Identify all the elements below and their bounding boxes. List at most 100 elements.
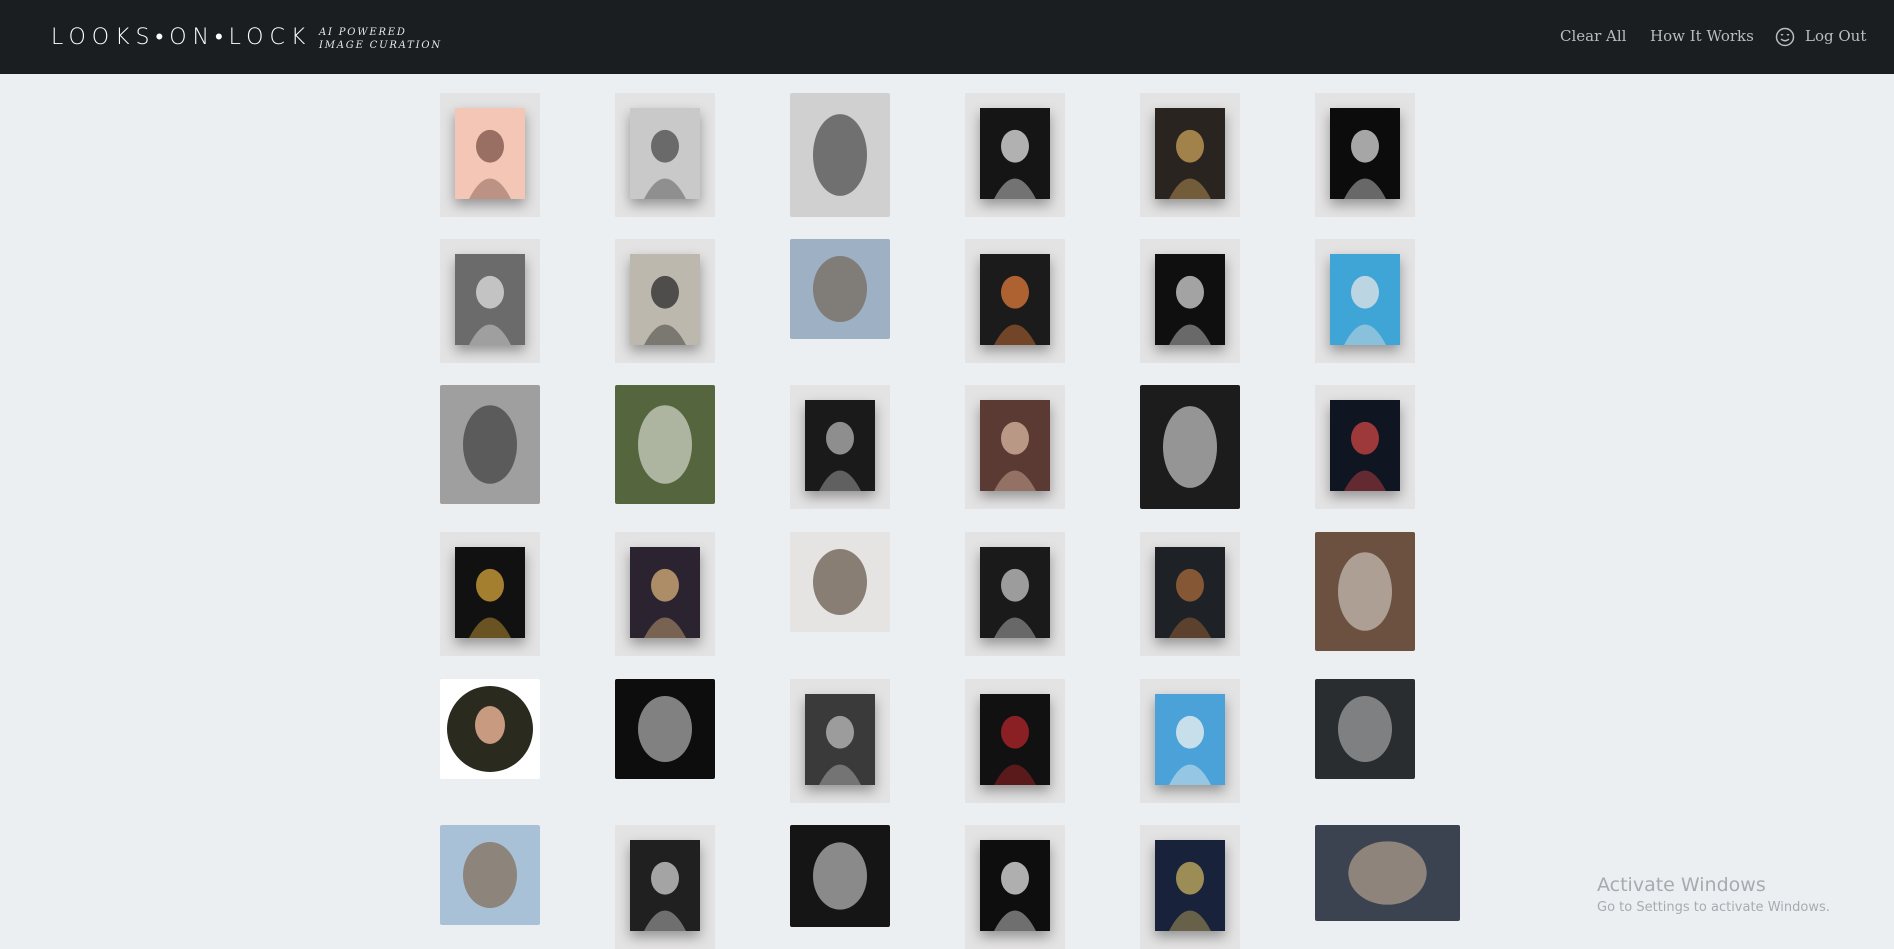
- photo-bison-snow-graphic: [1338, 552, 1392, 631]
- poster-black-text-thumbnail[interactable]: [1140, 239, 1240, 363]
- poster-blue-statue-thumbnail[interactable]: [1315, 239, 1415, 363]
- poster-man-standing-text-shoulders: [1169, 617, 1211, 638]
- poster-galaxy-face-subject: [1176, 861, 1204, 895]
- poster-black-text-graphic: [1169, 275, 1211, 345]
- photo-man-white-shirt-clouds-subject: [1163, 406, 1217, 488]
- poster-gray-hand-dispersion-subject: [651, 129, 679, 163]
- poster-blue-statue-shoulders: [1344, 324, 1386, 345]
- poster-bw-man-mask-graphic: [469, 275, 511, 345]
- photo-bison-snow-thumbnail[interactable]: [1315, 532, 1415, 651]
- poster-dark-red-glow-shoulders: [1344, 470, 1386, 491]
- poster-dark-skull-face-graphic: [819, 421, 861, 491]
- photo-man-glasses-circle-graphic: [447, 686, 533, 772]
- photo-deer-blue-sky-subject: [463, 842, 517, 908]
- poster-dark-face-circle-poster: [1330, 107, 1400, 199]
- poster-blue-statue-letters-shoulders: [1169, 764, 1211, 785]
- photo-white-cockatoo-thumbnail[interactable]: [615, 385, 715, 504]
- photo-hooded-figure-gray-graphic: [463, 405, 517, 484]
- poster-bw-man-mask-thumbnail[interactable]: [440, 239, 540, 363]
- poster-give-rainbow-man-thumbnail[interactable]: [440, 532, 540, 656]
- photo-deer-white-thumbnail[interactable]: [790, 532, 890, 632]
- poster-man-hoodie-thumbnail[interactable]: [790, 679, 890, 803]
- poster-bw-man-mask-shoulders: [469, 324, 511, 345]
- photo-woman-street-thumbnail[interactable]: [1315, 825, 1460, 921]
- photo-man-glasses-circle-face: [475, 706, 505, 744]
- photo-bust-statue-thumbnail[interactable]: [615, 679, 715, 779]
- smiley-face-icon[interactable]: [1775, 27, 1795, 47]
- poster-blue-statue-letters-thumbnail[interactable]: [1140, 679, 1240, 803]
- poster-dark-skull-face-thumbnail[interactable]: [790, 385, 890, 509]
- poster-woman-red-hair-shoulders: [994, 470, 1036, 491]
- poster-pink-hand-thumbnail[interactable]: [440, 93, 540, 217]
- photo-white-cockatoo-subject: [638, 405, 692, 484]
- photo-deer-sky-subject: [813, 256, 867, 322]
- log-out-link[interactable]: Log Out: [1805, 27, 1866, 45]
- poster-man-standing-text-thumbnail[interactable]: [1140, 532, 1240, 656]
- photo-woman-street-subject: [1348, 841, 1427, 905]
- poster-dark-face-circle-graphic: [1344, 129, 1386, 199]
- photo-man-white-shirt-clouds-graphic: [1163, 406, 1217, 488]
- poster-pink-hand-graphic: [469, 129, 511, 199]
- photo-bust-statue-graphic: [638, 696, 692, 762]
- poster-face-floral-mask-thumbnail[interactable]: [615, 825, 715, 949]
- poster-face-floral-mask-subject: [651, 861, 679, 895]
- poster-dark-face-circle-subject: [1351, 129, 1379, 163]
- poster-you-make-text-thumbnail[interactable]: [965, 825, 1065, 949]
- photo-deer-blue-sky-thumbnail[interactable]: [440, 825, 540, 925]
- poster-light-hand-dispersion-subject: [813, 114, 867, 196]
- poster-dark-portrait-text-graphic: [994, 129, 1036, 199]
- poster-statue-color-bars-shoulders: [644, 324, 686, 345]
- brand-logo[interactable]: LOOKS•ON•LOCK: [51, 24, 311, 50]
- photo-bust-statue-subject: [638, 696, 692, 762]
- windows-activation-watermark: Activate Windows Go to Settings to activ…: [1597, 874, 1830, 915]
- photo-woman-street-graphic: [1348, 841, 1427, 905]
- photo-white-cockatoo-graphic: [638, 405, 692, 484]
- poster-face-floral-mask-graphic: [644, 861, 686, 931]
- photo-hooded-figure-gray-thumbnail[interactable]: [440, 385, 540, 504]
- photo-deer-white-graphic: [813, 549, 867, 615]
- poster-blue-statue-poster: [1330, 253, 1400, 345]
- poster-face-clouds-dark-thumbnail[interactable]: [790, 825, 890, 927]
- photo-car-mirror-subject: [1338, 696, 1392, 762]
- photo-car-mirror-thumbnail[interactable]: [1315, 679, 1415, 779]
- poster-galaxy-face-thumbnail[interactable]: [1140, 825, 1240, 949]
- poster-dark-portrait-text-subject: [1001, 129, 1029, 163]
- photo-deer-blue-sky-graphic: [463, 842, 517, 908]
- poster-statue-rainbow-thumbnail[interactable]: [965, 239, 1065, 363]
- poster-dark-red-glow-thumbnail[interactable]: [1315, 385, 1415, 509]
- poster-you-make-text-poster: [980, 839, 1050, 931]
- poster-man-light-streak-thumbnail[interactable]: [1140, 93, 1240, 217]
- poster-man-standing-text-subject: [1176, 568, 1204, 602]
- photo-bison-snow-subject: [1338, 552, 1392, 631]
- poster-statue-color-bars-thumbnail[interactable]: [615, 239, 715, 363]
- poster-woman-clouds-thumbnail[interactable]: [965, 532, 1065, 656]
- photo-deer-sky-thumbnail[interactable]: [790, 239, 890, 339]
- poster-give-rainbow-man-subject: [476, 568, 504, 602]
- photo-man-white-shirt-clouds-thumbnail[interactable]: [1140, 385, 1240, 509]
- poster-black-text-shoulders: [1169, 324, 1211, 345]
- clear-all-link[interactable]: Clear All: [1560, 27, 1626, 45]
- poster-woman-red-hair-graphic: [994, 421, 1036, 491]
- how-it-works-link[interactable]: How It Works: [1650, 27, 1754, 45]
- poster-woman-red-hair-thumbnail[interactable]: [965, 385, 1065, 509]
- poster-dark-red-flame-graphic: [994, 715, 1036, 785]
- poster-you-make-text-graphic: [994, 861, 1036, 931]
- poster-statue-color-bars-poster: [630, 253, 700, 345]
- poster-dark-red-flame-thumbnail[interactable]: [965, 679, 1065, 803]
- poster-woman-clouds-shoulders: [994, 617, 1036, 638]
- poster-phone-galaxy-shoulders: [644, 617, 686, 638]
- poster-pink-hand-subject: [476, 129, 504, 163]
- poster-black-text-subject: [1176, 275, 1204, 309]
- poster-statue-rainbow-shoulders: [994, 324, 1036, 345]
- poster-give-rainbow-man-poster: [455, 546, 525, 638]
- photo-man-glasses-circle-thumbnail[interactable]: [440, 679, 540, 779]
- poster-blue-statue-letters-graphic: [1169, 715, 1211, 785]
- poster-dark-portrait-text-poster: [980, 107, 1050, 199]
- poster-dark-face-circle-thumbnail[interactable]: [1315, 93, 1415, 217]
- poster-phone-galaxy-thumbnail[interactable]: [615, 532, 715, 656]
- poster-light-hand-dispersion-thumbnail[interactable]: [790, 93, 890, 217]
- poster-dark-portrait-text-thumbnail[interactable]: [965, 93, 1065, 217]
- poster-blue-statue-graphic: [1344, 275, 1386, 345]
- poster-bw-man-mask-subject: [476, 275, 504, 309]
- poster-gray-hand-dispersion-thumbnail[interactable]: [615, 93, 715, 217]
